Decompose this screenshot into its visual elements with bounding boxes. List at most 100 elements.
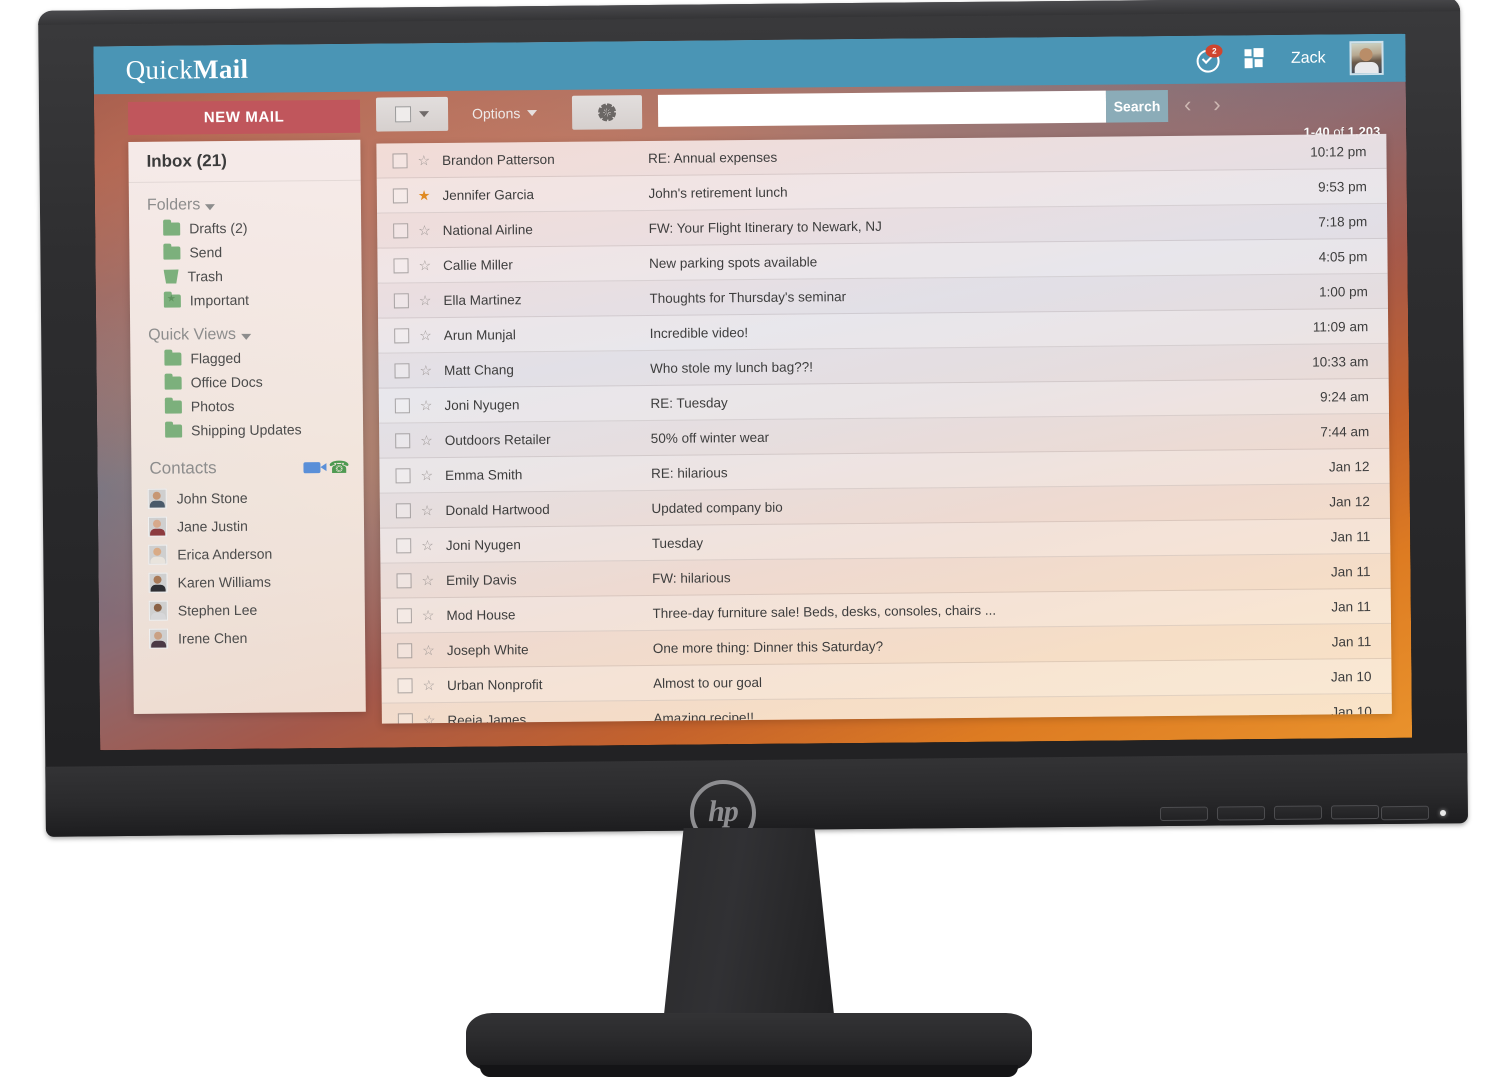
star-icon[interactable]: ☆ (422, 642, 435, 658)
row-checkbox[interactable] (395, 502, 411, 518)
user-avatar[interactable] (1349, 40, 1384, 76)
row-checkbox[interactable] (394, 362, 410, 378)
quick-views-label: Quick Views (148, 325, 236, 344)
mail-subject: One more thing: Dinner this Saturday? (652, 638, 884, 656)
monitor-stand-base (466, 1013, 1032, 1077)
star-icon[interactable]: ☆ (418, 257, 431, 273)
mail-time: 7:44 am (1320, 423, 1370, 440)
monitor-stand-neck (663, 828, 835, 1024)
folders-section-toggle[interactable]: Folders (129, 181, 361, 217)
chevron-left-icon[interactable]: ‹ (1184, 92, 1192, 117)
quick-views-section-toggle[interactable]: Quick Views (130, 311, 362, 347)
new-mail-button[interactable]: NEW MAIL (127, 99, 361, 135)
mail-subject: Three-day furniture sale! Beds, desks, c… (652, 602, 997, 621)
contact-name: Irene Chen (178, 629, 248, 647)
row-checkbox[interactable] (395, 467, 411, 483)
user-name[interactable]: Zack (1291, 49, 1326, 67)
contact-list-item[interactable]: Karen Williams (132, 567, 364, 597)
row-checkbox[interactable] (392, 187, 408, 203)
avatar (148, 572, 168, 593)
star-icon[interactable]: ☆ (419, 327, 432, 343)
search-button[interactable]: Search (1105, 90, 1169, 123)
osd-button[interactable] (1273, 805, 1323, 820)
star-icon[interactable]: ☆ (422, 677, 435, 693)
folder-star-icon (163, 293, 181, 308)
star-icon[interactable]: ☆ (420, 397, 433, 413)
mail-sender: Joseph White (446, 641, 529, 658)
contact-list-item[interactable]: John Stone (132, 483, 364, 513)
row-checkbox[interactable] (394, 327, 410, 343)
mail-subject: RE: Annual expenses (647, 149, 778, 166)
sidebar-item-inbox[interactable]: Inbox (21) (128, 139, 361, 183)
settings-button[interactable] (571, 95, 643, 130)
contact-name: Karen Williams (177, 573, 271, 591)
sidebar-item-shipping-updates[interactable]: Shipping Updates (131, 417, 363, 443)
star-icon[interactable]: ★ (418, 187, 431, 203)
power-button[interactable] (1380, 805, 1430, 821)
star-icon[interactable]: ☆ (421, 537, 434, 553)
apps-grid-icon[interactable] (1244, 48, 1267, 70)
osd-button[interactable] (1159, 806, 1209, 822)
contacts-header-actions: ☎ (303, 457, 350, 477)
app-logo-bold: Mail (192, 53, 249, 84)
avatar (147, 488, 167, 509)
mail-subject: Incredible video! (649, 324, 749, 341)
star-icon[interactable]: ☆ (418, 222, 431, 238)
select-all-dropdown[interactable] (375, 96, 449, 132)
row-checkbox[interactable] (392, 152, 408, 168)
star-icon[interactable]: ☆ (421, 572, 434, 588)
mail-time: 4:05 pm (1318, 248, 1368, 265)
sidebar-item-important[interactable]: Important (130, 287, 362, 313)
row-checkbox[interactable] (393, 257, 409, 273)
contact-list-item[interactable]: Erica Anderson (132, 539, 364, 569)
screenshot-stage: QuickMail 2 Zack NEW MAIL Inbox (21) Fol… (0, 0, 1500, 1088)
sidebar-item-photos[interactable]: Photos (131, 393, 363, 419)
row-checkbox[interactable] (396, 607, 412, 623)
osd-button[interactable] (1216, 806, 1266, 821)
avatar (148, 600, 168, 621)
row-checkbox[interactable] (395, 432, 411, 448)
clock-check-icon[interactable]: 2 (1195, 44, 1223, 73)
star-icon[interactable]: ☆ (419, 292, 432, 308)
sidebar-item-flagged[interactable]: Flagged (130, 345, 362, 371)
mail-time: 9:53 pm (1317, 178, 1367, 195)
mail-sender: Joni Nyugen (444, 396, 520, 413)
video-camera-icon[interactable] (303, 461, 321, 473)
folder-icon (164, 399, 182, 414)
contact-list-item[interactable]: Stephen Lee (133, 595, 365, 625)
star-icon[interactable]: ☆ (422, 607, 435, 623)
mail-sender: Callie Miller (443, 256, 513, 273)
row-checkbox[interactable] (396, 572, 412, 588)
phone-icon[interactable]: ☎ (328, 457, 349, 476)
star-icon[interactable]: ☆ (420, 432, 433, 448)
star-icon[interactable]: ☆ (423, 712, 436, 724)
row-checkbox[interactable] (394, 397, 410, 413)
row-checkbox[interactable] (396, 537, 412, 553)
sidebar-item-label: Photos (190, 397, 235, 415)
star-icon[interactable]: ☆ (420, 467, 433, 483)
row-checkbox[interactable] (393, 222, 409, 238)
row-checkbox[interactable] (397, 677, 413, 693)
sidebar-item-label: Office Docs (190, 373, 263, 391)
contact-list-item[interactable]: Jane Justin (132, 511, 364, 541)
contact-list-item[interactable]: Irene Chen (133, 623, 365, 653)
mail-time: 10:12 pm (1310, 143, 1367, 160)
row-checkbox[interactable] (397, 712, 413, 724)
row-checkbox[interactable] (393, 292, 409, 308)
star-icon[interactable]: ☆ (419, 362, 432, 378)
sidebar-item-send[interactable]: Send (129, 239, 361, 265)
sidebar-item-trash[interactable]: Trash (130, 263, 362, 289)
sidebar-item-label: Trash (187, 268, 223, 285)
chevron-right-icon[interactable]: › (1213, 91, 1221, 116)
osd-button[interactable] (1330, 804, 1380, 820)
mail-subject: FW: hilarious (652, 569, 731, 586)
sidebar-item-office-docs[interactable]: Office Docs (131, 369, 363, 395)
mail-subject: FW: Your Flight Itinerary to Newark, NJ (648, 218, 882, 236)
mail-sender: Outdoors Retailer (444, 431, 551, 448)
options-menu[interactable]: Options (472, 96, 538, 131)
row-checkbox[interactable] (397, 642, 413, 658)
star-icon[interactable]: ☆ (421, 502, 434, 518)
search-input[interactable] (657, 90, 1107, 127)
sidebar-item-drafts[interactable]: Drafts (2) (129, 215, 361, 241)
star-icon[interactable]: ☆ (417, 152, 430, 168)
